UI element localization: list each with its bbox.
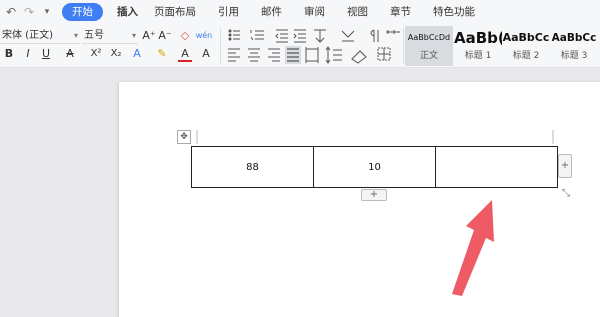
table-resize-icon[interactable]: ⤡	[560, 188, 572, 200]
table-cell[interactable]: 88	[192, 147, 314, 187]
add-column-button[interactable]: +	[558, 154, 572, 178]
table-cell[interactable]: 10	[314, 147, 436, 187]
table[interactable]: 88 10	[191, 146, 558, 188]
add-row-button[interactable]: +	[361, 189, 387, 201]
annotation-arrow-icon	[452, 200, 494, 296]
table-cell[interactable]	[436, 147, 557, 187]
table-move-handle-icon[interactable]: ✥	[177, 130, 191, 144]
